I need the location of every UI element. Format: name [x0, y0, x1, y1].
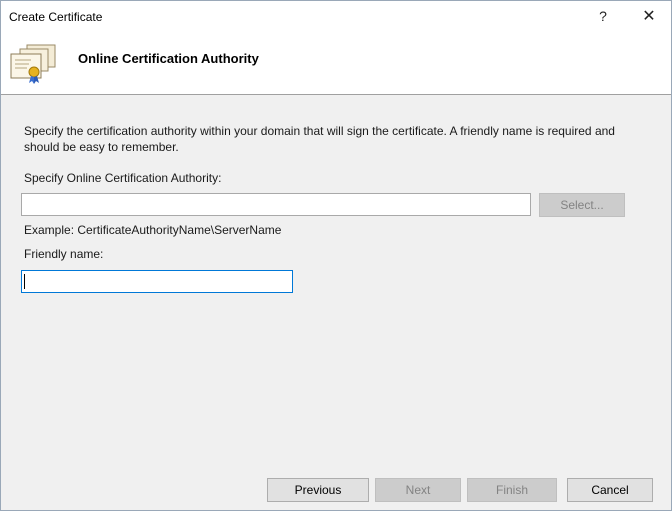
previous-button[interactable]: Previous: [267, 478, 369, 502]
certificate-stack-icon: [10, 44, 56, 84]
cancel-button[interactable]: Cancel: [567, 478, 653, 502]
ca-label: Specify Online Certification Authority:: [24, 171, 222, 185]
close-button[interactable]: ✕: [629, 1, 669, 31]
page-title: Online Certification Authority: [78, 51, 259, 66]
next-button[interactable]: Next: [375, 478, 461, 502]
window-title: Create Certificate: [9, 10, 103, 24]
wizard-header: Online Certification Authority: [1, 31, 671, 95]
title-bar: Create Certificate ? ✕: [1, 1, 671, 31]
example-text: Example: CertificateAuthorityName\Server…: [24, 223, 282, 237]
help-button[interactable]: ?: [583, 1, 623, 31]
create-certificate-dialog: Create Certificate ? ✕ Online Certificat…: [0, 0, 672, 511]
select-button[interactable]: Select...: [539, 193, 625, 217]
friendly-name-input[interactable]: [21, 270, 293, 293]
finish-button[interactable]: Finish: [467, 478, 557, 502]
description-text: Specify the certification authority with…: [24, 124, 615, 154]
text-caret: [24, 274, 25, 289]
friendly-name-label: Friendly name:: [24, 247, 104, 261]
ca-input[interactable]: [21, 193, 531, 216]
